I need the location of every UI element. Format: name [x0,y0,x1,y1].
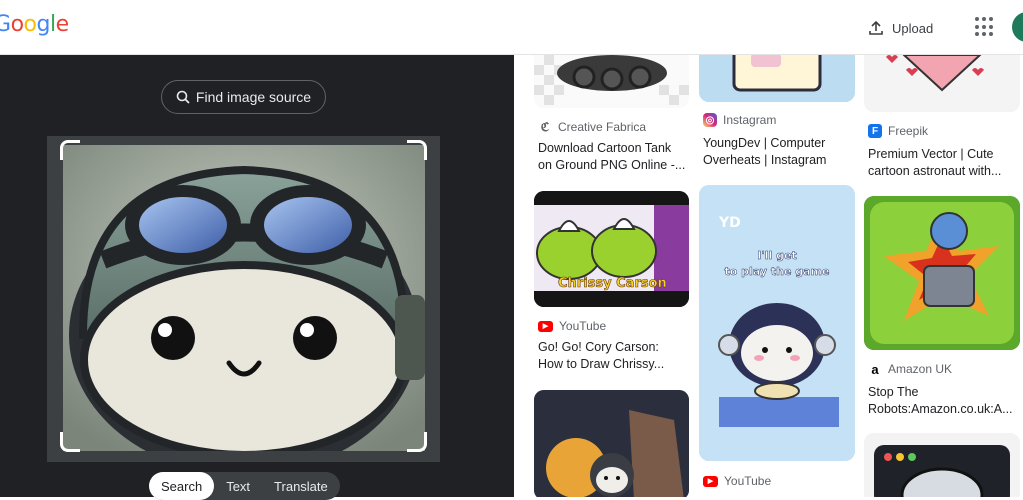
creative-fabrica-icon: ℭ [540,120,550,134]
amazon-icon: a [871,361,879,377]
result-thumbnail-youngdev-computer[interactable] [699,55,855,102]
result-thumbnail-robot-window[interactable] [864,433,1020,497]
lens-image-pane: Find image source Search Text Translate [0,55,514,500]
freepik-icon: F [868,124,882,138]
upload-label: Upload [892,20,934,36]
chrissy-caption: Chrissy Carson [558,276,667,291]
yd-caption-line1: I'll get [757,249,796,262]
query-image [63,145,425,451]
upload-button[interactable]: Upload [862,14,939,42]
result-thumbnail-astronaut-hearts[interactable] [864,55,1020,112]
query-image-frame [47,136,440,462]
result-source[interactable]: ▶ YouTube [703,474,771,488]
result-title[interactable]: Stop The Robots:Amazon.co.uk:A... [868,384,1018,418]
result-source[interactable]: F Freepik [868,124,928,138]
visual-matches-panel: ℭ Creative Fabrica Download Cartoon Tank… [514,55,1023,497]
yd-caption-line2: to play the game [725,265,830,278]
result-title[interactable]: Download Cartoon Tank on Ground PNG Onli… [538,140,688,174]
result-source[interactable]: a Amazon UK [868,361,952,377]
google-logo[interactable]: Google [0,12,69,37]
avatar[interactable] [1012,12,1023,42]
find-image-source-button[interactable]: Find image source [161,80,326,114]
youtube-icon: ▶ [538,320,553,332]
tab-search[interactable]: Search [149,472,215,500]
tab-translate[interactable]: Translate [262,472,340,500]
yd-logo: YD [718,215,741,231]
tab-text[interactable]: Text [214,472,262,500]
result-title[interactable]: YoungDev | Computer Overheats | Instagra… [703,135,853,169]
result-source[interactable]: ◎ Instagram [703,113,776,127]
result-thumbnail-stop-the-robots[interactable] [864,196,1020,350]
result-title[interactable]: Premium Vector | Cute cartoon astronaut … [868,146,1018,180]
result-title[interactable]: Go! Go! Cory Carson: How to Draw Chrissy… [538,339,688,373]
lens-mode-tabs: Search Text Translate [149,472,340,500]
result-source[interactable]: ▶ YouTube [538,319,606,333]
upload-icon [869,20,883,35]
apps-grid-icon[interactable] [975,17,995,37]
result-thumbnail-youngdev-game[interactable]: YD I'll get to play the game [699,185,855,461]
instagram-icon: ◎ [703,113,717,127]
result-thumbnail-astronaut-moon[interactable] [534,390,689,497]
result-thumbnail-chrissy[interactable]: Chrissy Carson [534,191,689,307]
lens-search-icon [176,90,190,104]
result-source[interactable]: ℭ Creative Fabrica [538,120,646,134]
youtube-icon: ▶ [703,475,718,487]
find-image-source-label: Find image source [195,89,312,105]
top-bar: Google Upload [0,0,1023,55]
result-thumbnail-tank[interactable] [534,55,689,108]
